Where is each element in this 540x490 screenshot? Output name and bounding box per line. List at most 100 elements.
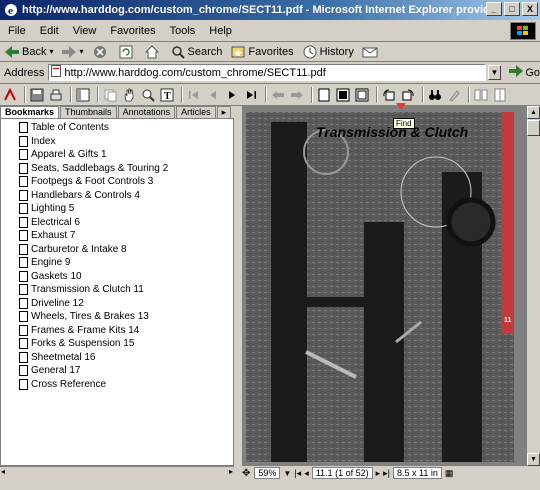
previous-page-icon[interactable] [205, 87, 221, 103]
tab-articles[interactable]: Articles [176, 106, 216, 118]
forward-dropdown-icon[interactable]: ▾ [79, 47, 83, 56]
zoom-field[interactable]: 59% [254, 467, 281, 479]
separator [97, 86, 99, 103]
menu-view[interactable]: View [73, 25, 97, 37]
fit-page-icon[interactable] [335, 87, 351, 103]
separator [24, 86, 26, 103]
home-icon [144, 44, 160, 60]
rotate-left-icon[interactable] [381, 87, 397, 103]
stop-button[interactable] [92, 44, 110, 60]
page-icon [19, 351, 28, 363]
scroll-right-icon[interactable]: ▸ [229, 467, 233, 476]
tab-thumbnails[interactable]: Thumbnails [60, 106, 117, 118]
go-back-view-icon[interactable] [270, 87, 286, 103]
save-icon[interactable] [29, 87, 45, 103]
fit-width-icon[interactable] [354, 87, 370, 103]
bookmark-item[interactable]: Carburetor & Intake 8 [1, 243, 233, 257]
continuous-view-icon[interactable] [492, 87, 508, 103]
history-button[interactable]: History [302, 44, 354, 60]
menu-help[interactable]: Help [209, 25, 232, 37]
bookmark-item[interactable]: Seats, Saddlebags & Touring 2 [1, 162, 233, 176]
reading-mode-icon[interactable] [473, 87, 489, 103]
bookmark-item[interactable]: Transmission & Clutch 11 [1, 283, 233, 297]
refresh-button[interactable] [118, 44, 136, 60]
actual-size-icon[interactable] [316, 87, 332, 103]
address-dropdown-button[interactable]: ▼ [487, 65, 502, 80]
bookmark-item[interactable]: Driveline 12 [1, 297, 233, 311]
copy-icon[interactable] [102, 87, 118, 103]
zoom-tool-icon[interactable] [140, 87, 156, 103]
page-icon [19, 311, 28, 323]
move-icon[interactable]: ✥ [242, 468, 250, 479]
scroll-thumb[interactable] [527, 120, 540, 136]
bookmark-item[interactable]: Exhaust 7 [1, 229, 233, 243]
pdf-vertical-scrollbar[interactable]: ▲ ▼ [526, 106, 540, 466]
bookmark-item[interactable]: Sheetmetal 16 [1, 351, 233, 365]
go-button[interactable]: Go [509, 65, 540, 80]
status-prev-page-icon[interactable]: ◂ [304, 468, 309, 479]
menu-edit[interactable]: Edit [40, 25, 59, 37]
search-button[interactable]: Search [170, 44, 223, 60]
bookmark-item[interactable]: Apparel & Gifts 1 [1, 148, 233, 162]
bookmark-item[interactable]: Engine 9 [1, 256, 233, 270]
menu-tools[interactable]: Tools [170, 25, 196, 37]
status-next-page-icon[interactable]: ▸ [376, 468, 381, 479]
back-dropdown-icon[interactable]: ▾ [49, 47, 53, 56]
scroll-down-icon[interactable]: ▼ [527, 453, 540, 466]
text-select-icon[interactable]: T [159, 87, 175, 103]
last-page-icon[interactable] [243, 87, 259, 103]
search-label: Search [187, 45, 223, 58]
back-button[interactable]: Back ▾ [4, 44, 53, 60]
menu-favorites[interactable]: Favorites [110, 25, 155, 37]
panel-splitter[interactable] [235, 106, 241, 466]
status-last-page-icon[interactable]: ▸| [383, 468, 390, 479]
close-button[interactable]: X [522, 2, 538, 16]
go-arrow-icon [509, 65, 524, 80]
refresh-icon [118, 44, 134, 60]
web-search-icon[interactable] [446, 87, 462, 103]
page-indicator[interactable]: 11.1 (1 of 52) [311, 467, 373, 479]
address-url: http://www.harddog.com/custom_chrome/SEC… [64, 66, 326, 79]
print-mail-button[interactable] [362, 44, 380, 60]
first-page-icon[interactable] [186, 87, 202, 103]
bookmark-item[interactable]: Lighting 5 [1, 202, 233, 216]
tabs-scroll-arrow-icon[interactable]: ▸ [216, 106, 232, 118]
hand-tool-icon[interactable] [121, 87, 137, 103]
bookmark-item[interactable]: Table of Contents [1, 121, 233, 135]
tab-annotations[interactable]: Annotations [117, 106, 176, 118]
scroll-up-icon[interactable]: ▲ [527, 106, 540, 119]
show-navigation-pane-icon[interactable] [75, 87, 91, 103]
bookmark-item[interactable]: Gaskets 10 [1, 270, 233, 284]
find-icon[interactable] [427, 87, 443, 103]
bookmark-item[interactable]: Forks & Suspension 15 [1, 337, 233, 351]
bookmark-item[interactable]: Handlebars & Controls 4 [1, 189, 233, 203]
tab-bookmarks[interactable]: Bookmarks [0, 106, 60, 118]
address-input[interactable]: http://www.harddog.com/custom_chrome/SEC… [48, 64, 486, 81]
bookmark-item[interactable]: General 17 [1, 364, 233, 378]
bookmark-item[interactable]: Index [1, 135, 233, 149]
zoom-dropdown-icon[interactable]: ▼ [283, 469, 291, 478]
page-layout-icon[interactable]: ▦ [445, 468, 454, 479]
go-forward-view-icon[interactable] [289, 87, 305, 103]
home-button[interactable] [144, 44, 162, 60]
pdf-view-area[interactable]: Transmission & Clutch 11 [242, 106, 526, 466]
favorites-button[interactable]: Favorites [230, 44, 294, 60]
pdf-status-bar: ✥ 59% ▼ |◂ ◂ 11.1 (1 of 52) ▸ ▸| 8.5 x 1… [242, 466, 540, 480]
scroll-left-icon[interactable]: ◂ [1, 467, 5, 476]
acrobat-logo-icon[interactable] [2, 87, 18, 103]
print-icon[interactable] [48, 87, 64, 103]
bookmarks-horizontal-scrollbar[interactable]: ◂ ▸ [0, 466, 234, 478]
maximize-button[interactable]: □ [504, 2, 520, 16]
minimize-button[interactable]: _ [486, 2, 502, 16]
bookmark-item[interactable]: Cross Reference [1, 378, 233, 392]
bookmarks-panel: Table of Contents Index Apparel & Gifts … [0, 118, 234, 466]
bookmark-item[interactable]: Footpegs & Foot Controls 3 [1, 175, 233, 189]
next-page-icon[interactable] [224, 87, 240, 103]
menu-file[interactable]: File [8, 25, 26, 37]
status-first-page-icon[interactable]: |◂ [294, 468, 301, 479]
bookmark-item[interactable]: Frames & Frame Kits 14 [1, 324, 233, 338]
bookmark-item[interactable]: Electrical 6 [1, 216, 233, 230]
rotate-right-icon[interactable] [400, 87, 416, 103]
forward-button[interactable]: ▾ [61, 44, 84, 60]
bookmark-item[interactable]: Wheels, Tires & Brakes 13 [1, 310, 233, 324]
